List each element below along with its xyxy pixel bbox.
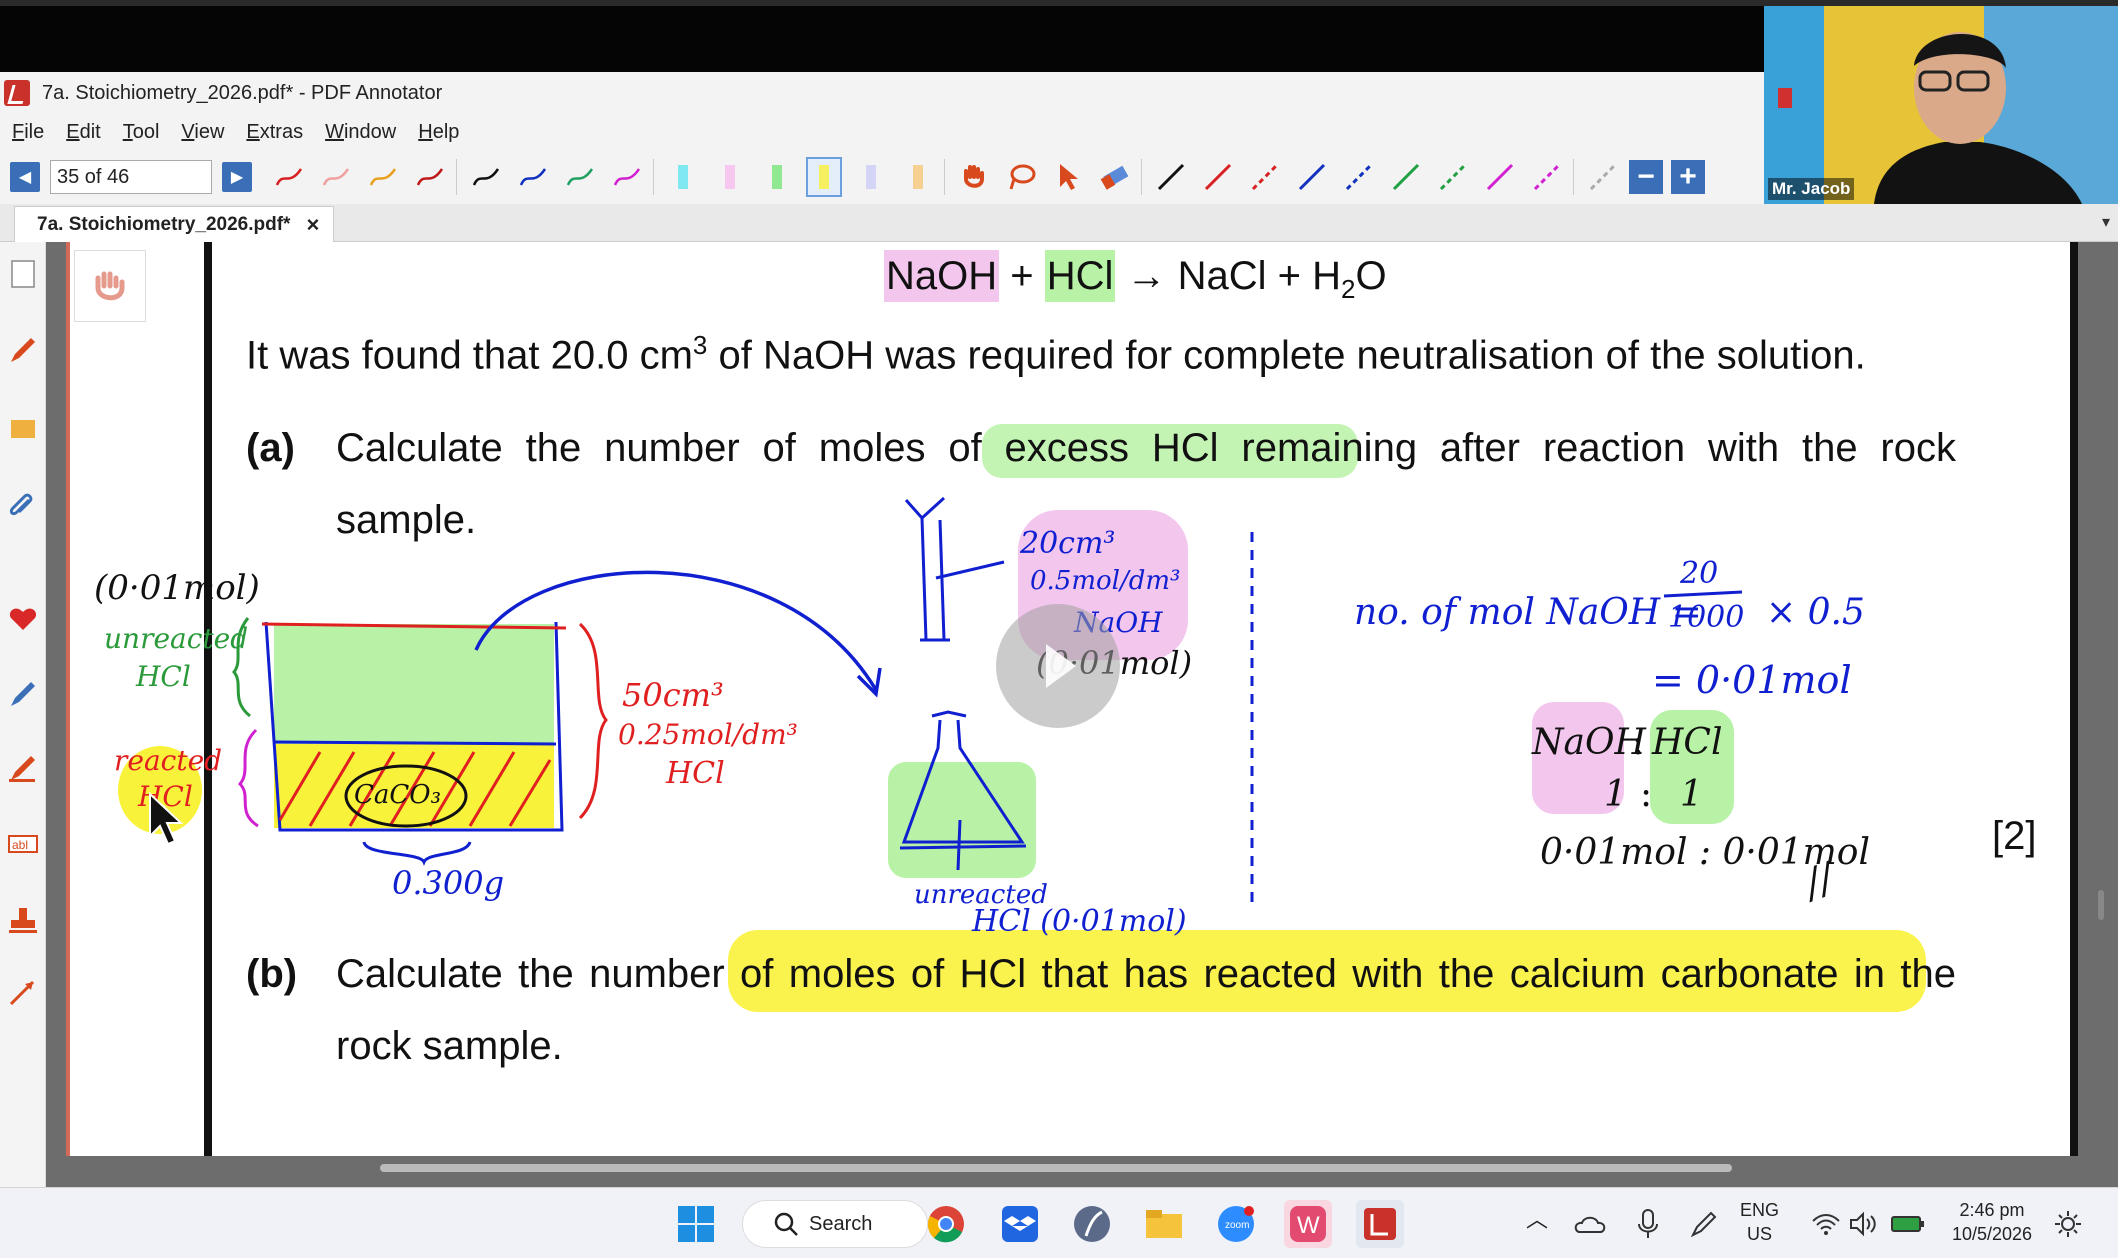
hw-ratio-naoh: NaOH [1532,722,1646,763]
hw-burette-concentration: 0.5mol/dm³ [1030,566,1181,596]
clock-date: 10/5/2026 [1951,1224,2033,1244]
hw-beaker-hcl: HCl [666,756,725,791]
clock-time: 2:46 pm [1959,1200,2025,1220]
hw-unreacted-hcl: HCl [136,660,191,693]
taskbar-search[interactable]: Search [742,1200,928,1248]
vertical-scrollbar[interactable] [2098,890,2104,920]
whiteboard-app-icon[interactable]: W [1284,1200,1332,1248]
search-icon [774,1212,798,1236]
horizontal-scrollbar[interactable] [380,1164,1732,1172]
hw-ratio-hcl: HCl [1652,722,1723,763]
presenter-video [1764,6,2118,204]
burette [904,496,950,642]
clock[interactable]: 2:46 pm 10/5/2026 [1950,1198,2034,1246]
hw-ratio-colon2: : [1640,774,1653,815]
webcam-feed: Mr. Jacob [1764,6,2118,204]
svg-text:W: W [1297,1212,1320,1239]
hw-calc-lhs: no. of mol NaOH = [1354,592,1702,633]
hw-ratio-1b: 1 [1680,774,1703,815]
video-play-icon[interactable] [996,604,1120,728]
hw-unreacted-label: unreacted [104,622,249,655]
windows-start-icon[interactable] [672,1200,720,1248]
burette-pointer [935,560,1005,580]
dropbox-icon[interactable] [996,1200,1044,1248]
search-label: Search [809,1212,873,1235]
beaker-divider [273,740,557,746]
volume-icon[interactable] [1846,1200,1882,1248]
flask-fill [888,762,1036,878]
svg-text:zoom: zoom [1225,1220,1249,1231]
mass-brace [362,841,472,866]
reacted-brace [237,728,259,828]
file-explorer-icon[interactable] [1140,1200,1188,1248]
notification-gear-icon[interactable] [2050,1200,2086,1248]
zoom-icon[interactable]: zoom [1212,1200,1260,1248]
hw-caco3: CaCO₃ [354,780,442,810]
browser-icon[interactable] [1068,1200,1116,1248]
chrome-icon[interactable] [922,1200,970,1248]
hw-calc-numerator: 20 [1680,556,1719,591]
language-code: ENG [1740,1200,1780,1220]
language-indicator[interactable]: ENG US [1740,1198,1779,1246]
battery-icon[interactable] [1888,1200,1928,1248]
pdf-annotator-taskbar-icon[interactable] [1356,1200,1404,1248]
wifi-icon[interactable] [1808,1200,1844,1248]
pen-tray-icon[interactable] [1686,1200,1722,1248]
hw-calc-denominator: 1000 [1668,600,1745,635]
mouse-cursor-icon [149,792,184,846]
hw-mass: 0.300g [392,864,505,902]
hw-left-mol: (0·01mol) [94,568,260,608]
onedrive-icon[interactable] [1572,1200,1608,1248]
volume-brace [578,622,608,820]
hw-burette-volume: 20cm³ [1020,526,1116,561]
hw-reacted-label: reacted [114,744,223,777]
unreacted-hcl-fill [274,624,554,744]
hw-ratio-1a: 1 [1604,774,1627,815]
windows-taskbar: Search zoom W ︿ ENG US 2:46 pm 10/5/2026 [0,1187,2118,1258]
hw-calc-multiplier: × 0.5 [1766,592,1865,633]
webcam-name-label: Mr. Jacob [1768,178,1855,200]
microphone-icon[interactable] [1630,1200,1666,1248]
region-code: US [1747,1224,1773,1244]
hw-beaker-volume: 50cm³ [622,676,724,714]
hw-calc-result: = 0·01mol [1652,658,1852,702]
tray-chevron-icon[interactable]: ︿ [1526,1208,1548,1232]
hw-ratio-colon: : [1632,722,1645,763]
hw-beaker-concentration: 0.25mol/dm³ [618,718,798,751]
hw-flask-mol: HCl (0·01mol) [972,904,1187,939]
